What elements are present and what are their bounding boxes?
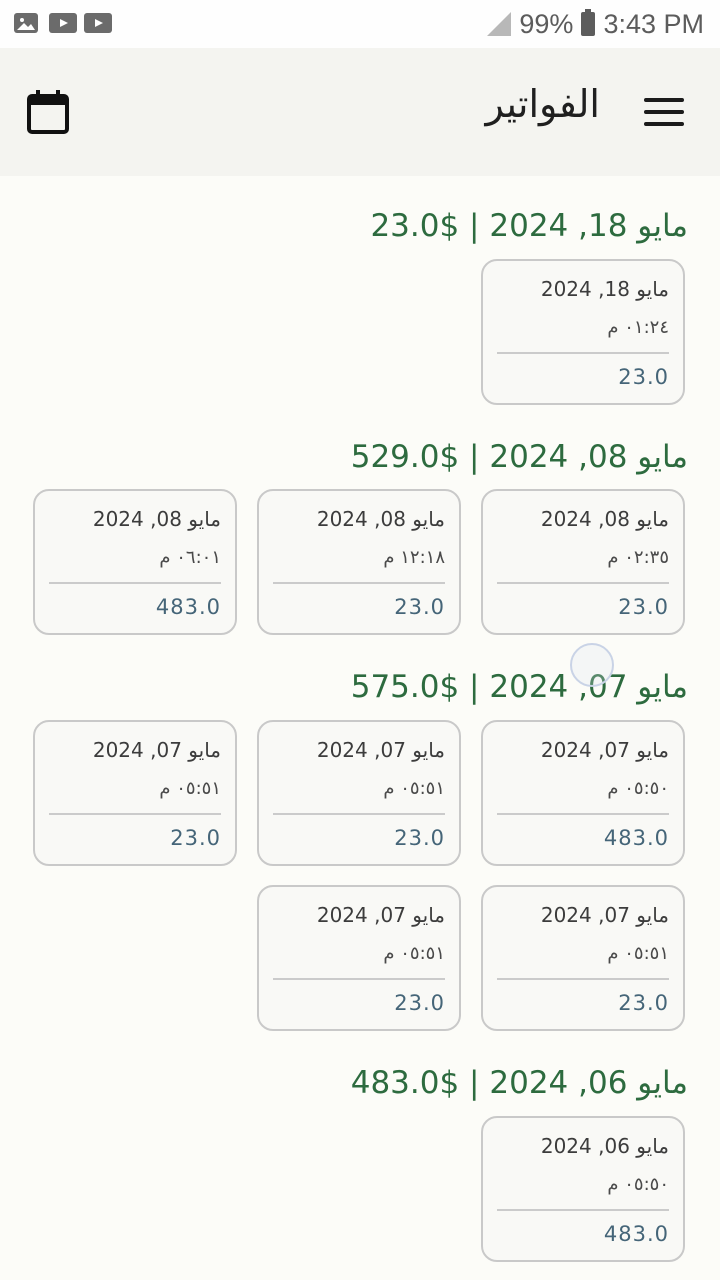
invoice-card[interactable]: مايو 18, 2024 ٠١:٢٤ م 23.0 (481, 259, 685, 405)
battery-icon (581, 9, 596, 36)
invoice-date: مايو 07, 2024 (316, 738, 445, 762)
invoice-amount: 23.0 (394, 595, 445, 619)
invoice-amount: 23.0 (394, 991, 445, 1015)
group-header: مايو 07, 2024 | $575.0 (350, 669, 688, 705)
invoice-time: ١٢:١٨ م (383, 547, 445, 568)
page-title: الفواتير (485, 82, 600, 126)
invoice-card[interactable]: مايو 07, 2024 ٠٥:٥١ م 23.0 (257, 885, 461, 1031)
divider (273, 978, 445, 980)
divider (497, 1209, 669, 1211)
invoice-date: مايو 07, 2024 (316, 903, 445, 927)
touch-ripple (570, 643, 614, 687)
divider (497, 582, 669, 584)
invoice-time: ٠٦:٠١ م (159, 547, 221, 568)
invoice-time: ٠١:٢٤ م (607, 317, 669, 338)
invoice-time: ٠٥:٥٠ م (607, 778, 669, 799)
invoice-card[interactable]: مايو 06, 2024 ٠٥:٥٠ م 483.0 (481, 1116, 685, 1262)
gallery-icon (14, 13, 38, 33)
invoice-date: مايو 18, 2024 (540, 277, 669, 301)
invoice-card[interactable]: مايو 07, 2024 ٠٥:٥٠ م 483.0 (481, 720, 685, 866)
invoice-amount: 23.0 (618, 595, 669, 619)
invoice-date: مايو 08, 2024 (540, 507, 669, 531)
divider (497, 813, 669, 815)
invoice-time: ٠٥:٥١ م (159, 778, 221, 799)
invoice-date: مايو 07, 2024 (540, 738, 669, 762)
divider (497, 352, 669, 354)
invoice-amount: 483.0 (603, 826, 669, 850)
status-bar: 99% 3:43 PM (0, 0, 720, 48)
calendar-icon[interactable] (26, 90, 70, 134)
group-header: مايو 06, 2024 | $483.0 (350, 1065, 688, 1101)
group-header: مايو 08, 2024 | $529.0 (350, 439, 688, 475)
invoice-amount: 23.0 (170, 826, 221, 850)
invoice-amount: 23.0 (618, 365, 669, 389)
invoice-date: مايو 08, 2024 (316, 507, 445, 531)
youtube-icon (49, 13, 77, 33)
invoice-amount: 483.0 (155, 595, 221, 619)
invoice-time: ٠٥:٥١ م (383, 943, 445, 964)
menu-icon[interactable] (644, 98, 684, 126)
invoice-card[interactable]: مايو 07, 2024 ٠٥:٥١ م 23.0 (33, 720, 237, 866)
invoice-time: ٠٥:٥٠ م (607, 1174, 669, 1195)
invoice-card[interactable]: مايو 08, 2024 ١٢:١٨ م 23.0 (257, 489, 461, 635)
invoice-time: ٠٥:٥١ م (607, 943, 669, 964)
divider (497, 978, 669, 980)
app-bar: الفواتير (0, 48, 720, 176)
invoice-time: ٠٥:٥١ م (383, 778, 445, 799)
invoice-amount: 23.0 (618, 991, 669, 1015)
invoice-date: مايو 06, 2024 (540, 1134, 669, 1158)
invoice-card[interactable]: مايو 07, 2024 ٠٥:٥١ م 23.0 (257, 720, 461, 866)
youtube-icon (84, 13, 112, 33)
group-header: مايو 18, 2024 | $23.0 (370, 208, 688, 244)
invoice-time: ٠٢:٣٥ م (607, 547, 669, 568)
invoice-amount: 483.0 (603, 1222, 669, 1246)
invoice-card[interactable]: مايو 08, 2024 ٠٦:٠١ م 483.0 (33, 489, 237, 635)
divider (273, 813, 445, 815)
invoice-date: مايو 07, 2024 (92, 738, 221, 762)
invoice-date: مايو 08, 2024 (92, 507, 221, 531)
invoice-card[interactable]: مايو 07, 2024 ٠٥:٥١ م 23.0 (481, 885, 685, 1031)
invoice-card[interactable]: مايو 08, 2024 ٠٢:٣٥ م 23.0 (481, 489, 685, 635)
invoice-date: مايو 07, 2024 (540, 903, 669, 927)
signal-icon (487, 12, 512, 36)
battery-percent: 99% (519, 8, 574, 39)
divider (49, 582, 221, 584)
invoice-amount: 23.0 (394, 826, 445, 850)
divider (273, 582, 445, 584)
clock: 3:43 PM (603, 8, 704, 39)
divider (49, 813, 221, 815)
